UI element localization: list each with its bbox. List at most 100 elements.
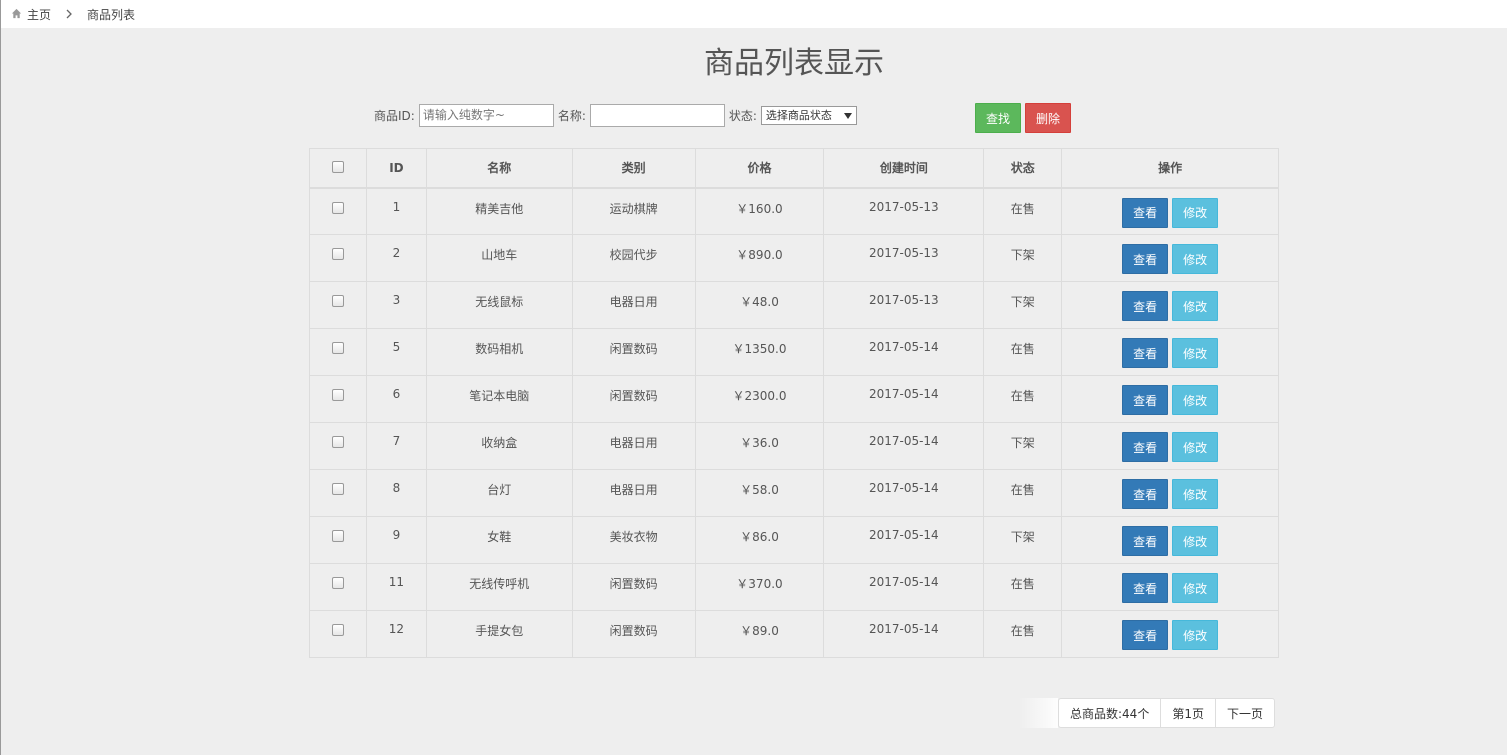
cell-id: 1 (365, 187, 427, 235)
status-select-value: 选择商品状态 (765, 109, 832, 122)
cell-created: 2017-05-14 (823, 328, 985, 376)
col-status: 状态 (983, 148, 1063, 189)
search-button[interactable]: 查找 (975, 103, 1021, 133)
cell-category: 闲置数码 (571, 328, 696, 376)
table-row: 7 收纳盒 电器日用 ￥36.0 2017-05-14 下架 查看 修改 (309, 422, 1279, 470)
col-actions: 操作 (1061, 148, 1279, 189)
col-created: 创建时间 (823, 148, 985, 189)
chevron-right-icon (65, 9, 73, 19)
row-checkbox[interactable] (331, 389, 344, 401)
delete-button[interactable]: 删除 (1025, 103, 1071, 133)
col-price: 价格 (694, 148, 825, 189)
cell-name: 台灯 (425, 469, 573, 517)
cell-actions: 查看 修改 (1061, 375, 1279, 423)
view-button[interactable]: 查看 (1122, 338, 1169, 368)
pager-next[interactable]: 下一页 (1216, 699, 1274, 727)
edit-button[interactable]: 修改 (1172, 244, 1219, 274)
row-checkbox[interactable] (331, 201, 344, 214)
view-button[interactable]: 查看 (1122, 197, 1169, 228)
cell-category: 运动棋牌 (571, 187, 696, 235)
cell-price: ￥2300.0 (694, 375, 825, 423)
col-category: 类别 (571, 148, 696, 189)
cell-status: 下架 (983, 516, 1063, 564)
cell-category: 闲置数码 (571, 375, 696, 423)
status-select[interactable]: 选择商品状态 (760, 105, 857, 125)
view-button[interactable]: 查看 (1122, 432, 1169, 462)
table-row: 8 台灯 电器日用 ￥58.0 2017-05-14 在售 查看 修改 (309, 469, 1279, 517)
row-select-cell (309, 234, 367, 282)
cell-created: 2017-05-13 (823, 281, 985, 329)
edit-button[interactable]: 修改 (1172, 291, 1219, 321)
cell-status: 在售 (983, 469, 1063, 517)
table-row: 5 数码相机 闲置数码 ￥1350.0 2017-05-14 在售 查看 修改 (309, 328, 1279, 376)
cell-actions: 查看 修改 (1061, 516, 1279, 564)
id-input[interactable] (418, 103, 554, 127)
table-row: 1 精美吉他 运动棋牌 ￥160.0 2017-05-13 在售 查看 修改 (309, 187, 1279, 235)
view-button[interactable]: 查看 (1122, 620, 1169, 650)
cell-price: ￥48.0 (694, 281, 825, 329)
cell-id: 3 (365, 281, 427, 329)
home-icon[interactable] (11, 8, 23, 20)
cell-status: 在售 (983, 375, 1063, 423)
cell-id: 9 (365, 516, 427, 564)
select-all-checkbox[interactable] (331, 161, 344, 174)
row-checkbox[interactable] (331, 295, 344, 307)
row-checkbox[interactable] (331, 436, 344, 448)
edit-button[interactable]: 修改 (1172, 620, 1219, 650)
edit-button[interactable]: 修改 (1172, 385, 1219, 415)
select-all-header (309, 148, 367, 189)
cell-price: ￥370.0 (694, 563, 825, 611)
dropdown-arrow-icon (843, 109, 852, 122)
edit-button[interactable]: 修改 (1172, 432, 1219, 462)
id-label: 商品ID: (374, 108, 415, 123)
search-bar: 商品ID: 名称: 状态: 选择商品状态 (374, 103, 857, 127)
cell-price: ￥160.0 (694, 187, 825, 235)
cell-id: 2 (365, 234, 427, 282)
row-checkbox[interactable] (331, 577, 344, 589)
breadcrumb-home[interactable]: 主页 (27, 6, 51, 23)
edit-button[interactable]: 修改 (1172, 573, 1219, 603)
cell-price: ￥890.0 (694, 234, 825, 282)
cell-price: ￥89.0 (694, 610, 825, 658)
cell-category: 电器日用 (571, 469, 696, 517)
cell-id: 7 (365, 422, 427, 470)
table-row: 6 笔记本电脑 闲置数码 ￥2300.0 2017-05-14 在售 查看 修改 (309, 375, 1279, 423)
breadcrumb: 主页 商品列表 (1, 0, 1507, 28)
cell-created: 2017-05-13 (823, 234, 985, 282)
cell-created: 2017-05-14 (823, 469, 985, 517)
edit-button[interactable]: 修改 (1172, 479, 1219, 509)
row-checkbox[interactable] (331, 483, 344, 495)
view-button[interactable]: 查看 (1122, 526, 1169, 556)
cell-created: 2017-05-13 (823, 187, 985, 235)
row-checkbox[interactable] (331, 530, 344, 542)
cell-price: ￥1350.0 (694, 328, 825, 376)
view-button[interactable]: 查看 (1122, 385, 1169, 415)
edit-button[interactable]: 修改 (1172, 338, 1219, 368)
cell-status: 在售 (983, 187, 1063, 235)
pager-fade (1018, 698, 1058, 728)
pager-total: 总商品数:44个 (1059, 699, 1162, 727)
table-row: 3 无线鼠标 电器日用 ￥48.0 2017-05-13 下架 查看 修改 (309, 281, 1279, 329)
view-button[interactable]: 查看 (1122, 291, 1169, 321)
row-select-cell (309, 610, 367, 658)
view-button[interactable]: 查看 (1122, 479, 1169, 509)
row-checkbox[interactable] (331, 624, 344, 636)
pager-current[interactable]: 第1页 (1161, 699, 1216, 727)
table-header-row: ID 名称 类别 价格 创建时间 状态 操作 (309, 148, 1279, 189)
cell-created: 2017-05-14 (823, 516, 985, 564)
cell-actions: 查看 修改 (1061, 281, 1279, 329)
edit-button[interactable]: 修改 (1172, 197, 1219, 228)
name-input[interactable] (589, 103, 725, 127)
edit-button[interactable]: 修改 (1172, 526, 1219, 556)
cell-created: 2017-05-14 (823, 610, 985, 658)
view-button[interactable]: 查看 (1122, 573, 1169, 603)
goods-table: ID 名称 类别 价格 创建时间 状态 操作 1 精美吉他 运动棋牌 ￥160.0 20… (309, 148, 1279, 658)
cell-price: ￥36.0 (694, 422, 825, 470)
view-button[interactable]: 查看 (1122, 244, 1169, 274)
row-checkbox[interactable] (331, 248, 344, 260)
row-select-cell (309, 563, 367, 611)
row-select-cell (309, 328, 367, 376)
row-checkbox[interactable] (331, 342, 344, 354)
table-row: 11 无线传呼机 闲置数码 ￥370.0 2017-05-14 在售 查看 修改 (309, 563, 1279, 611)
cell-actions: 查看 修改 (1061, 234, 1279, 282)
